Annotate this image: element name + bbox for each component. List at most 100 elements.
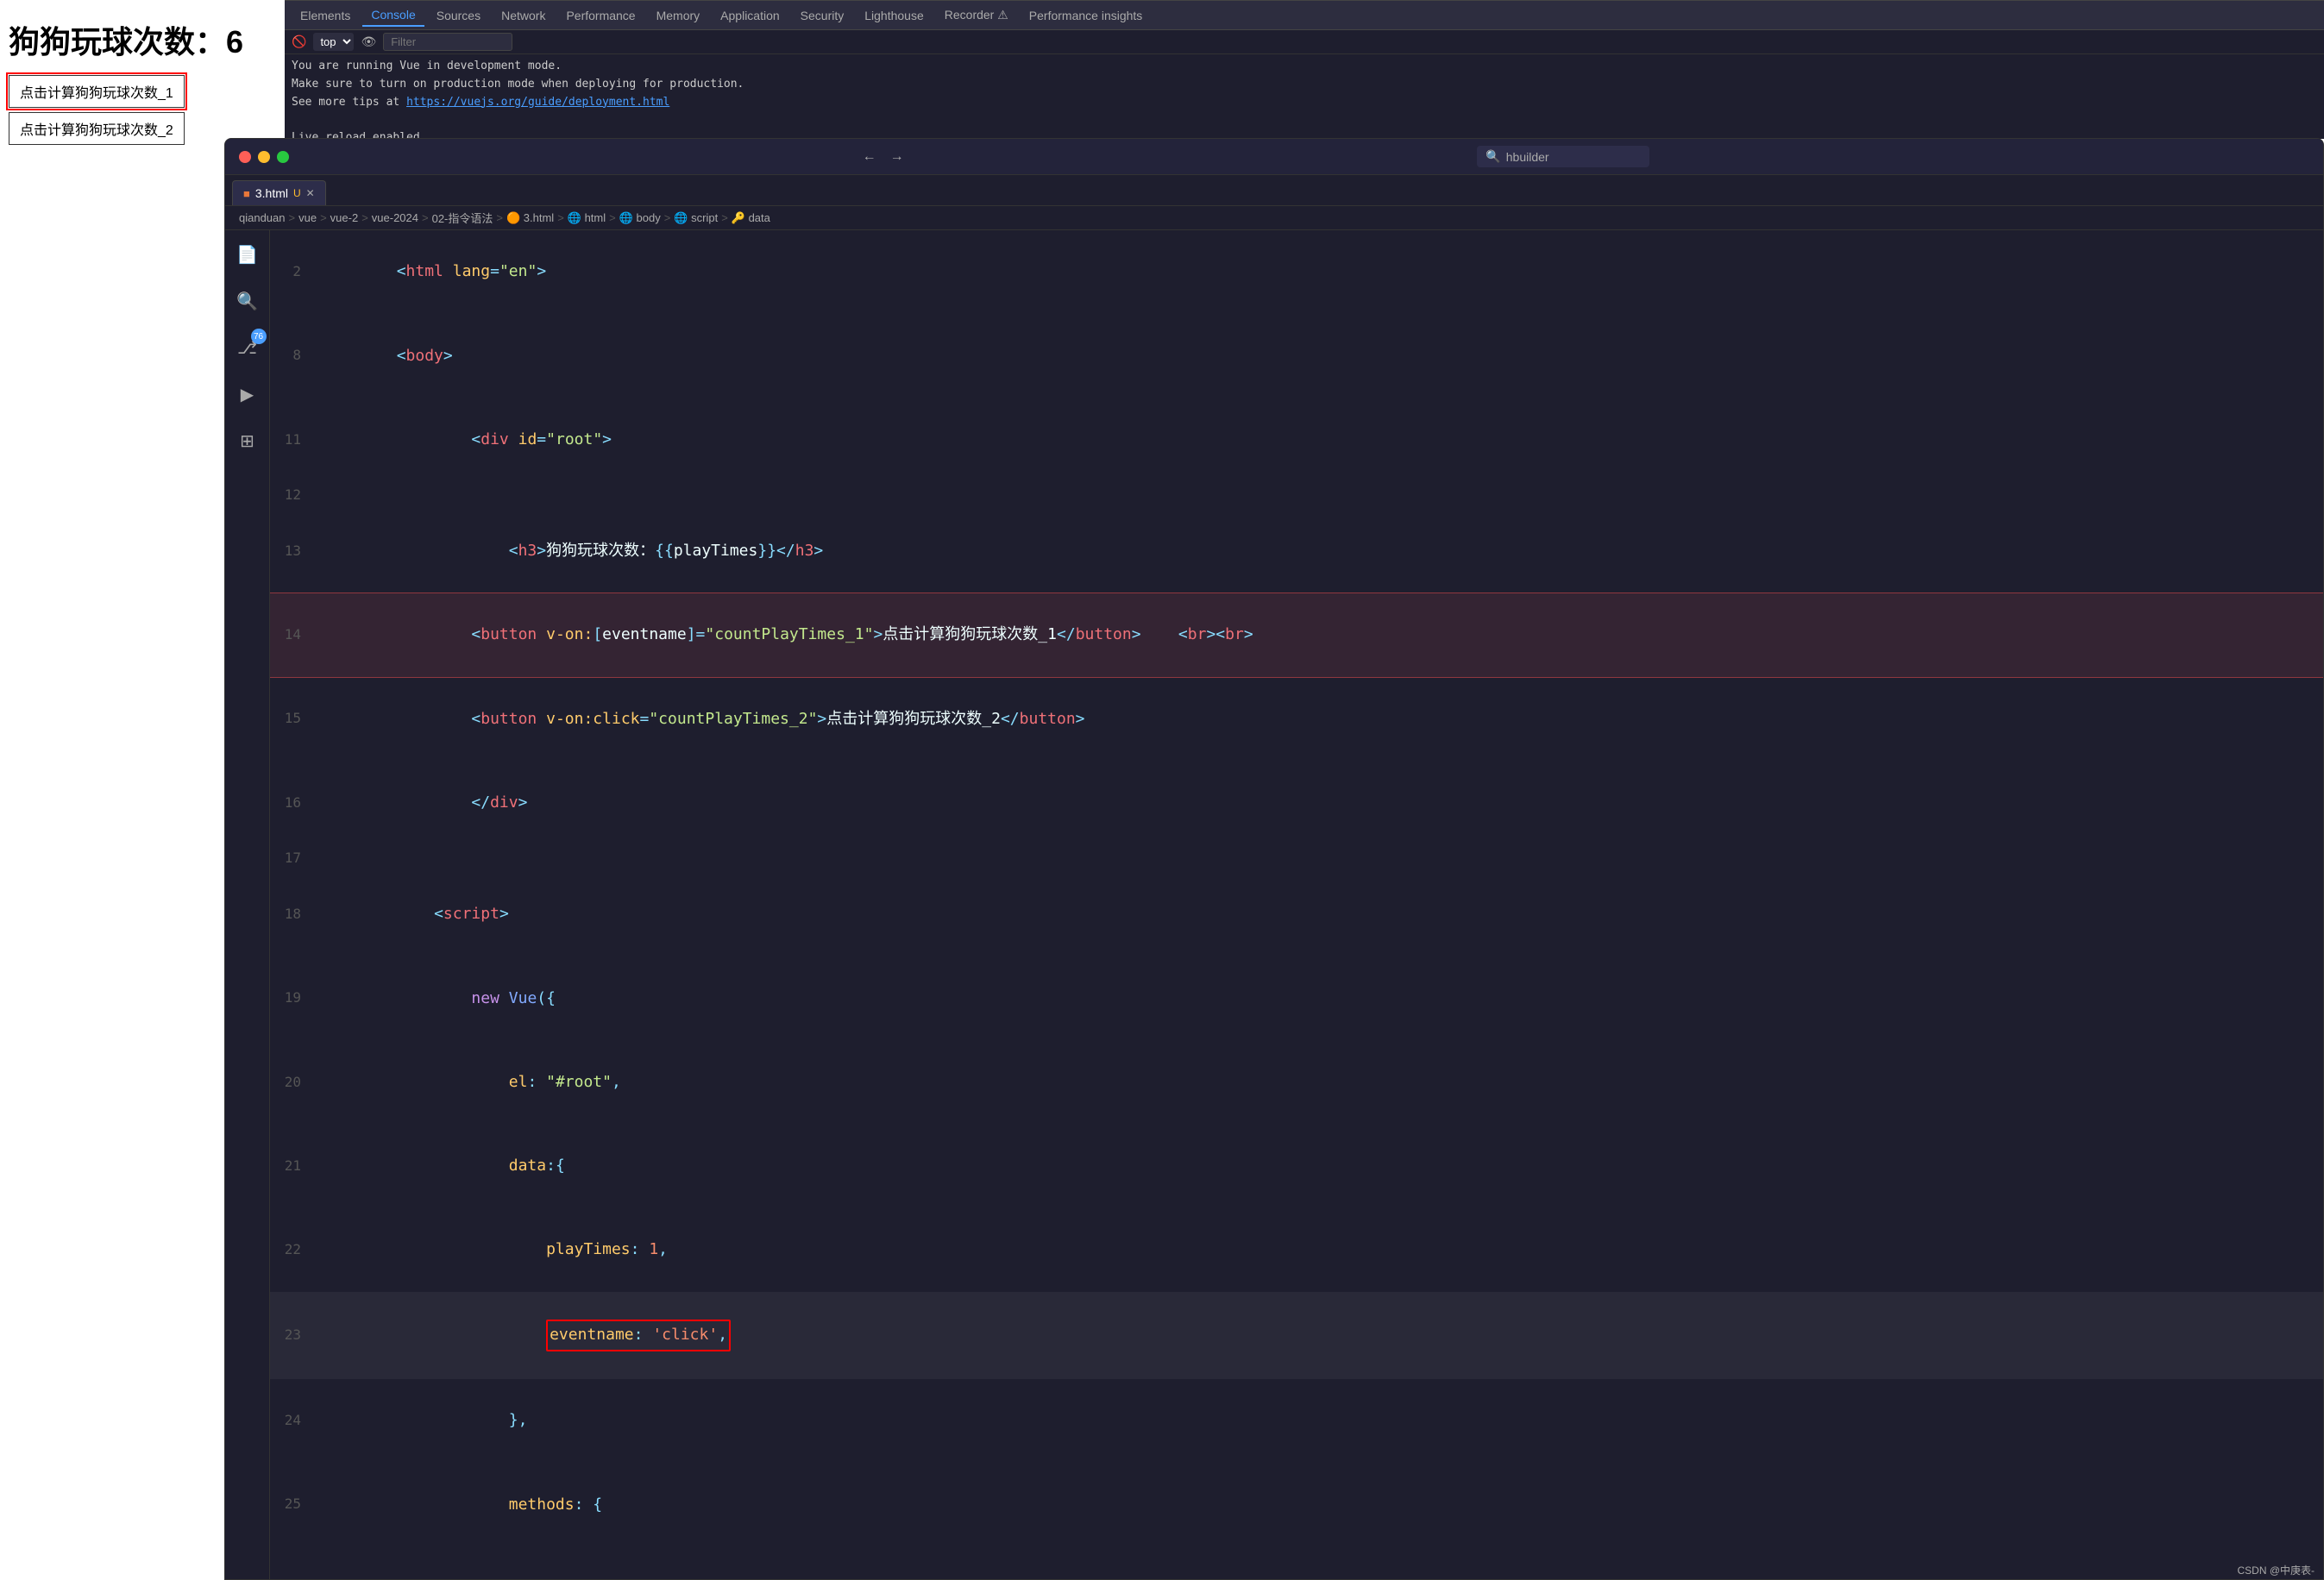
file-icon: ■ [243,187,250,200]
git-badge: 76 [251,329,267,344]
context-select[interactable]: top [313,33,354,51]
files-icon[interactable]: 📄 [232,239,263,270]
tab-label: 3.html [255,186,288,200]
close-button[interactable] [239,151,251,163]
tab-elements[interactable]: Elements [292,5,359,26]
code-line-2: 2 <html lang="en"> [270,230,2323,314]
line-num-17: 17 [270,846,315,871]
line-num-16: 16 [270,791,315,816]
forward-button[interactable]: → [890,149,904,165]
console-filter[interactable] [383,33,512,51]
breadcrumb-file: 🟠 3.html [506,211,554,225]
code-content-20: el: "#root", [315,1040,621,1124]
status-text: CSDN @中庚表- [2237,1564,2315,1577]
search-sidebar-icon[interactable]: 🔍 [232,285,263,317]
line-num-8: 8 [270,343,315,368]
code-line-19: 19 new Vue({ [270,956,2323,1040]
tab-security[interactable]: Security [792,5,853,26]
page-title: 狗狗玩球次数：6 [0,0,285,71]
editor-sidebar: 📄 🔍 ⎇ 76 ▶ ⊞ [225,230,270,1579]
status-bar: CSDN @中庚表- [2228,1561,2323,1579]
tab-recorder[interactable]: Recorder ⚠ [936,4,1017,26]
tab-close-button[interactable]: ✕ [306,187,315,199]
console-link[interactable]: https://vuejs.org/guide/deployment.html [406,96,669,109]
line-num-15: 15 [270,706,315,731]
console-line-4 [292,111,2317,129]
code-area[interactable]: 2 <html lang="en"> 8 <body> 11 <div id="… [270,230,2323,1579]
code-content-21: data:{ [315,1125,565,1208]
line-num-11: 11 [270,428,315,453]
tab-unsaved-indicator: U [293,187,301,199]
back-button[interactable]: ← [863,149,876,165]
tab-lighthouse[interactable]: Lighthouse [856,5,933,26]
run-icon[interactable]: ▶ [232,379,263,410]
code-line-8: 8 <body> [270,314,2323,398]
code-content-12 [315,482,331,510]
breadcrumb-vue2024: vue-2024 [372,211,418,224]
code-line-12: 12 [270,482,2323,510]
code-line-21: 21 data:{ [270,1125,2323,1208]
code-content-17 [315,845,331,873]
code-line-23: 23 eventname: 'click', [270,1292,2323,1379]
console-line-1: You are running Vue in development mode. [292,58,2317,76]
search-bar[interactable]: 🔍 hbuilder [1477,146,1649,167]
console-line-2: Make sure to turn on production mode whe… [292,76,2317,94]
code-line-26: 26 countPlayTimes_1(){ [270,1546,2323,1579]
tab-application[interactable]: Application [712,5,788,26]
code-content-14: <button v-on:[eventname]="countPlayTimes… [315,593,1253,677]
code-content-18: <script> [315,873,509,956]
file-tab-3html[interactable]: ■ 3.html U ✕ [232,180,326,205]
code-content-8: <body> [315,314,453,398]
breadcrumb: qianduan > vue > vue-2 > vue-2024 > 02-指… [225,206,2323,230]
tab-console[interactable]: Console [362,4,424,27]
clear-console-icon[interactable]: 🚫 [292,34,306,49]
code-line-18: 18 <script> [270,873,2323,956]
code-content-11: <div id="root"> [315,398,612,481]
top-select[interactable]: top [313,33,354,51]
line-num-20: 20 [270,1070,315,1095]
code-content-22: playTimes: 1, [315,1208,668,1292]
breadcrumb-script: 🌐 script [674,211,718,225]
git-icon-wrapper: ⎇ 76 [232,332,263,363]
console-output: You are running Vue in development mode.… [285,54,2324,139]
code-content-24: }, [315,1379,527,1463]
devtools-tabs: Elements Console Sources Network Perform… [285,1,2324,30]
minimize-button[interactable] [258,151,270,163]
tab-sources[interactable]: Sources [428,5,489,26]
line-num-12: 12 [270,483,315,508]
tab-memory[interactable]: Memory [648,5,709,26]
tab-performance-insights[interactable]: Performance insights [1021,5,1152,26]
line-num-14: 14 [270,623,315,648]
line-num-19: 19 [270,986,315,1011]
code-line-16: 16 </div> [270,761,2323,844]
code-content-15: <button v-on:click="countPlayTimes_2">点击… [315,677,1085,761]
code-content-23: eventname: 'click', [315,1292,731,1379]
tab-network[interactable]: Network [493,5,554,26]
files-icon-wrapper: 📄 [232,239,263,270]
code-line-22: 22 playTimes: 1, [270,1208,2323,1292]
tab-performance[interactable]: Performance [557,5,644,26]
code-content-2: <html lang="en"> [315,230,546,314]
browser-preview: 狗狗玩球次数：6 点击计算狗狗玩球次数_1 点击计算狗狗玩球次数_2 [0,0,285,138]
code-content-26: countPlayTimes_1(){ [315,1546,724,1579]
extensions-icon[interactable]: ⊞ [232,425,263,456]
breadcrumb-qianduan: qianduan [239,211,286,224]
editor-window: ← → 🔍 hbuilder ■ 3.html U ✕ qianduan > v… [224,138,2324,1580]
code-line-13: 13 <h3>狗狗玩球次数：{{playTimes}}</h3> [270,510,2323,593]
button-1[interactable]: 点击计算狗狗玩球次数_1 [9,75,185,108]
line-num-13: 13 [270,539,315,564]
line-num-24: 24 [270,1408,315,1433]
button-2[interactable]: 点击计算狗狗玩球次数_2 [9,112,185,145]
maximize-button[interactable] [277,151,289,163]
window-controls [239,151,289,163]
code-line-24: 24 }, [270,1379,2323,1463]
devtools-panel: Elements Console Sources Network Perform… [285,0,2324,138]
line-num-25: 25 [270,1492,315,1517]
line-num-21: 21 [270,1154,315,1179]
eye-icon[interactable]: 👁 [361,34,376,49]
devtools-toolbar: 🚫 top 👁 [285,30,2324,54]
code-content-13: <h3>狗狗玩球次数：{{playTimes}}</h3> [315,510,823,593]
breadcrumb-body: 🌐 body [619,211,661,225]
search-icon: 🔍 [1485,149,1500,164]
line-num-26: 26 [270,1577,315,1579]
